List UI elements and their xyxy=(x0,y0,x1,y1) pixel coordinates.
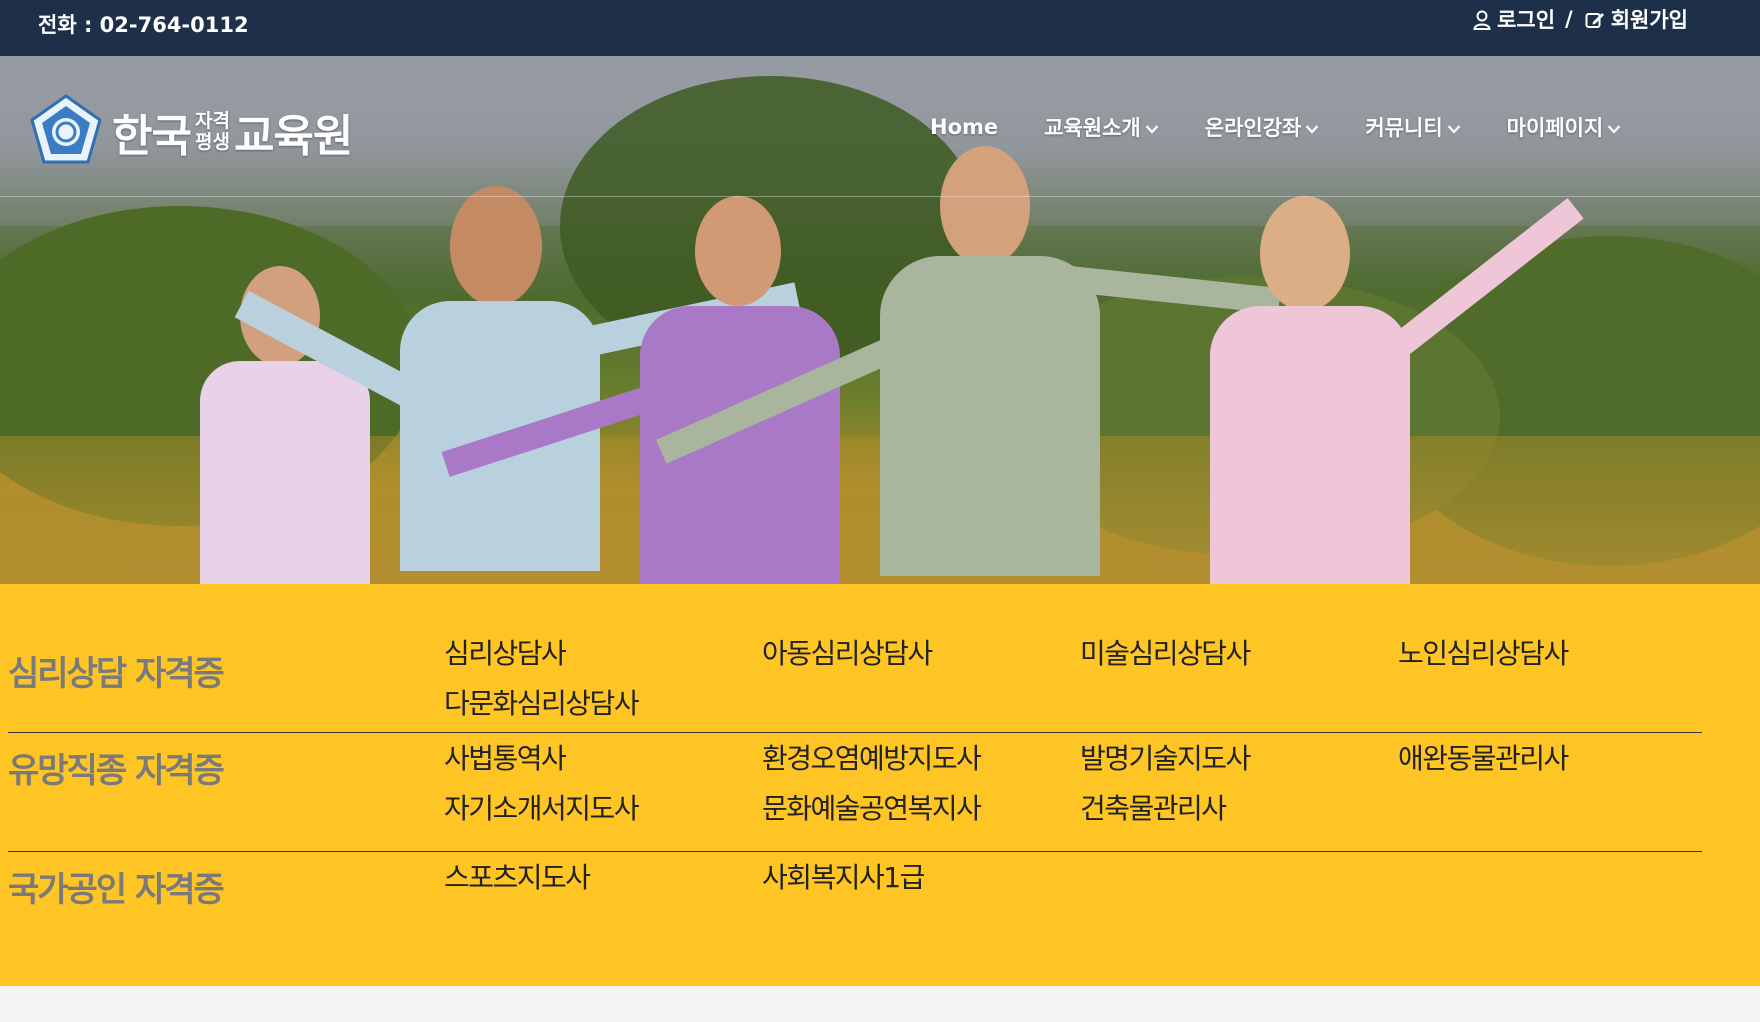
nav-item-online-courses[interactable]: 온라인강좌 xyxy=(1205,112,1320,142)
site-logo[interactable]: 한국 자격 평생 교육원 xyxy=(28,92,353,172)
category-title: 유망직종 자격증 xyxy=(8,751,225,791)
category-title: 심리상담 자격증 xyxy=(8,654,225,694)
nav-item-label: 커뮤니티 xyxy=(1365,116,1443,140)
page-bottom-strip xyxy=(0,986,1760,1022)
logo-text-small-1: 자격 xyxy=(194,110,230,132)
certificate-link[interactable]: 애완동물관리사 xyxy=(1398,741,1716,777)
signup-link[interactable]: 회원가입 xyxy=(1611,4,1688,34)
logo-text-small: 자격 평생 xyxy=(195,111,230,153)
nav-item-label: 온라인강좌 xyxy=(1204,116,1302,140)
category-row-counseling: 심리상담 자격증 심리상담사 아동심리상담사 미술심리상담사 노인심리상담사 다… xyxy=(8,636,1702,733)
chevron-down-icon xyxy=(1145,115,1159,139)
certificate-link[interactable]: 문화예술공연복지사 xyxy=(762,791,1080,827)
certificates-panel: 심리상담 자격증 심리상담사 아동심리상담사 미술심리상담사 노인심리상담사 다… xyxy=(0,584,1760,986)
chevron-down-icon xyxy=(1607,115,1621,139)
logo-title: 한국 자격 평생 교육원 xyxy=(112,100,353,164)
hero-banner: 한국 자격 평생 교육원 Home 교육원소개 온라인강좌 커뮤니티 마이페이지 xyxy=(0,56,1760,584)
nav-item-label: Home xyxy=(930,115,999,139)
nav-item-mypage[interactable]: 마이페이지 xyxy=(1507,112,1622,142)
certificate-list: 심리상담사 아동심리상담사 미술심리상담사 노인심리상담사 다문화심리상담사 xyxy=(444,636,1704,722)
hero-person xyxy=(1210,196,1584,584)
logo-text-end: 교육원 xyxy=(233,111,353,162)
certificate-list: 사법통역사 환경오염예방지도사 발명기술지도사 애완동물관리사 자기소개서지도사… xyxy=(444,741,1704,827)
nav-item-home[interactable]: Home xyxy=(930,112,998,142)
certificate-link[interactable]: 발명기술지도사 xyxy=(1080,741,1398,777)
emblem-icon xyxy=(28,92,104,172)
nav-divider xyxy=(0,196,1760,197)
logo-text-main: 한국 xyxy=(112,111,192,162)
logo-text-small-2: 평생 xyxy=(194,131,230,153)
login-link[interactable]: 로그인 xyxy=(1497,4,1555,34)
chevron-down-icon xyxy=(1305,115,1319,139)
category-row-national: 국가공인 자격증 스포츠지도사 사회복지사1급 xyxy=(8,852,1702,952)
auth-links: 로그인 / 회원가입 xyxy=(1473,4,1688,34)
user-icon xyxy=(1473,7,1491,31)
main-nav: Home 교육원소개 온라인강좌 커뮤니티 마이페이지 xyxy=(930,112,1621,142)
certificate-link[interactable]: 자기소개서지도사 xyxy=(444,791,762,827)
certificate-link[interactable]: 환경오염예방지도사 xyxy=(762,741,1080,777)
certificate-link[interactable]: 미술심리상담사 xyxy=(1080,636,1398,672)
certificate-link[interactable]: 아동심리상담사 xyxy=(762,636,1080,672)
hero-person xyxy=(234,186,801,584)
chevron-down-icon xyxy=(1447,115,1461,139)
certificate-link[interactable]: 심리상담사 xyxy=(444,636,762,672)
phone-number: 전화 : 02-764-0112 xyxy=(38,13,249,37)
nav-item-label: 마이페이지 xyxy=(1506,116,1604,140)
category-title: 국가공인 자격증 xyxy=(8,870,225,910)
certificate-link[interactable]: 사법통역사 xyxy=(444,741,762,777)
auth-separator: / xyxy=(1565,7,1573,31)
hero-person xyxy=(655,146,1281,584)
category-row-promising: 유망직종 자격증 사법통역사 환경오염예방지도사 발명기술지도사 애완동물관리사… xyxy=(8,733,1702,852)
nav-item-about[interactable]: 교육원소개 xyxy=(1044,112,1159,142)
certificate-link[interactable]: 다문화심리상담사 xyxy=(444,686,762,722)
certificate-link[interactable]: 스포츠지도사 xyxy=(444,860,762,896)
nav-item-label: 교육원소개 xyxy=(1044,116,1141,140)
certificate-list: 스포츠지도사 사회복지사1급 xyxy=(444,860,1704,896)
certificate-link[interactable]: 노인심리상담사 xyxy=(1398,636,1716,672)
certificate-link[interactable]: 건축물관리사 xyxy=(1080,791,1398,827)
top-bar: 전화 : 02-764-0112 로그인 / 회원가입 xyxy=(0,0,1760,56)
edit-icon xyxy=(1585,7,1605,31)
certificate-link[interactable]: 사회복지사1급 xyxy=(762,860,1080,896)
nav-item-community[interactable]: 커뮤니티 xyxy=(1365,112,1460,142)
